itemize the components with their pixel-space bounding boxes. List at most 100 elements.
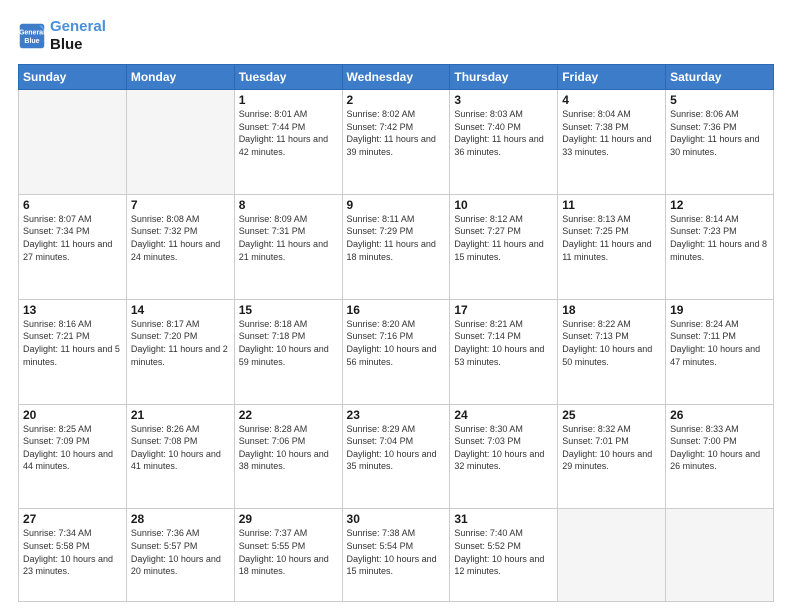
day-number: 17 [454, 303, 553, 317]
day-info: Sunrise: 8:06 AMSunset: 7:36 PMDaylight:… [670, 108, 769, 158]
day-info: Sunrise: 8:07 AMSunset: 7:34 PMDaylight:… [23, 213, 122, 263]
calendar-cell: 9Sunrise: 8:11 AMSunset: 7:29 PMDaylight… [342, 194, 450, 299]
calendar-cell: 14Sunrise: 8:17 AMSunset: 7:20 PMDayligh… [126, 299, 234, 404]
day-number: 4 [562, 93, 661, 107]
day-info: Sunrise: 7:34 AMSunset: 5:58 PMDaylight:… [23, 527, 122, 577]
day-info: Sunrise: 8:25 AMSunset: 7:09 PMDaylight:… [23, 423, 122, 473]
weekday-header-saturday: Saturday [666, 65, 774, 90]
week-row-1: 1Sunrise: 8:01 AMSunset: 7:44 PMDaylight… [19, 90, 774, 195]
calendar-cell: 31Sunrise: 7:40 AMSunset: 5:52 PMDayligh… [450, 509, 558, 602]
day-number: 28 [131, 512, 230, 526]
calendar-cell: 1Sunrise: 8:01 AMSunset: 7:44 PMDaylight… [234, 90, 342, 195]
day-number: 27 [23, 512, 122, 526]
day-number: 15 [239, 303, 338, 317]
day-info: Sunrise: 8:08 AMSunset: 7:32 PMDaylight:… [131, 213, 230, 263]
day-number: 12 [670, 198, 769, 212]
day-info: Sunrise: 8:32 AMSunset: 7:01 PMDaylight:… [562, 423, 661, 473]
logo-icon: General Blue [18, 22, 46, 50]
day-info: Sunrise: 8:30 AMSunset: 7:03 PMDaylight:… [454, 423, 553, 473]
day-info: Sunrise: 8:14 AMSunset: 7:23 PMDaylight:… [670, 213, 769, 263]
day-info: Sunrise: 8:04 AMSunset: 7:38 PMDaylight:… [562, 108, 661, 158]
calendar-cell [666, 509, 774, 602]
calendar-cell: 21Sunrise: 8:26 AMSunset: 7:08 PMDayligh… [126, 404, 234, 509]
calendar-cell: 22Sunrise: 8:28 AMSunset: 7:06 PMDayligh… [234, 404, 342, 509]
header: General Blue General Blue [18, 18, 774, 54]
day-number: 19 [670, 303, 769, 317]
calendar-cell: 5Sunrise: 8:06 AMSunset: 7:36 PMDaylight… [666, 90, 774, 195]
day-info: Sunrise: 8:12 AMSunset: 7:27 PMDaylight:… [454, 213, 553, 263]
calendar-cell [19, 90, 127, 195]
day-info: Sunrise: 8:02 AMSunset: 7:42 PMDaylight:… [347, 108, 446, 158]
day-number: 5 [670, 93, 769, 107]
day-number: 30 [347, 512, 446, 526]
day-info: Sunrise: 8:29 AMSunset: 7:04 PMDaylight:… [347, 423, 446, 473]
svg-text:Blue: Blue [24, 38, 39, 45]
week-row-3: 13Sunrise: 8:16 AMSunset: 7:21 PMDayligh… [19, 299, 774, 404]
day-number: 18 [562, 303, 661, 317]
day-number: 22 [239, 408, 338, 422]
calendar-cell: 30Sunrise: 7:38 AMSunset: 5:54 PMDayligh… [342, 509, 450, 602]
calendar-cell [126, 90, 234, 195]
page: General Blue General Blue SundayMondayTu… [0, 0, 792, 612]
day-number: 21 [131, 408, 230, 422]
day-info: Sunrise: 8:13 AMSunset: 7:25 PMDaylight:… [562, 213, 661, 263]
day-number: 31 [454, 512, 553, 526]
calendar-cell: 3Sunrise: 8:03 AMSunset: 7:40 PMDaylight… [450, 90, 558, 195]
calendar-cell: 11Sunrise: 8:13 AMSunset: 7:25 PMDayligh… [558, 194, 666, 299]
day-info: Sunrise: 8:17 AMSunset: 7:20 PMDaylight:… [131, 318, 230, 368]
calendar-cell: 29Sunrise: 7:37 AMSunset: 5:55 PMDayligh… [234, 509, 342, 602]
calendar-cell: 4Sunrise: 8:04 AMSunset: 7:38 PMDaylight… [558, 90, 666, 195]
day-info: Sunrise: 8:26 AMSunset: 7:08 PMDaylight:… [131, 423, 230, 473]
day-number: 16 [347, 303, 446, 317]
day-info: Sunrise: 8:33 AMSunset: 7:00 PMDaylight:… [670, 423, 769, 473]
day-number: 29 [239, 512, 338, 526]
calendar-cell: 26Sunrise: 8:33 AMSunset: 7:00 PMDayligh… [666, 404, 774, 509]
day-number: 8 [239, 198, 338, 212]
day-info: Sunrise: 8:24 AMSunset: 7:11 PMDaylight:… [670, 318, 769, 368]
calendar-cell: 18Sunrise: 8:22 AMSunset: 7:13 PMDayligh… [558, 299, 666, 404]
logo: General Blue General Blue [18, 18, 106, 54]
calendar-table: SundayMondayTuesdayWednesdayThursdayFrid… [18, 64, 774, 602]
day-info: Sunrise: 8:22 AMSunset: 7:13 PMDaylight:… [562, 318, 661, 368]
calendar-cell: 24Sunrise: 8:30 AMSunset: 7:03 PMDayligh… [450, 404, 558, 509]
day-number: 2 [347, 93, 446, 107]
day-number: 26 [670, 408, 769, 422]
day-info: Sunrise: 8:09 AMSunset: 7:31 PMDaylight:… [239, 213, 338, 263]
day-info: Sunrise: 8:28 AMSunset: 7:06 PMDaylight:… [239, 423, 338, 473]
calendar-cell: 12Sunrise: 8:14 AMSunset: 7:23 PMDayligh… [666, 194, 774, 299]
day-info: Sunrise: 8:03 AMSunset: 7:40 PMDaylight:… [454, 108, 553, 158]
calendar-cell: 27Sunrise: 7:34 AMSunset: 5:58 PMDayligh… [19, 509, 127, 602]
calendar-cell: 6Sunrise: 8:07 AMSunset: 7:34 PMDaylight… [19, 194, 127, 299]
calendar-cell: 23Sunrise: 8:29 AMSunset: 7:04 PMDayligh… [342, 404, 450, 509]
day-number: 6 [23, 198, 122, 212]
day-info: Sunrise: 7:40 AMSunset: 5:52 PMDaylight:… [454, 527, 553, 577]
week-row-5: 27Sunrise: 7:34 AMSunset: 5:58 PMDayligh… [19, 509, 774, 602]
weekday-header-sunday: Sunday [19, 65, 127, 90]
calendar-cell: 28Sunrise: 7:36 AMSunset: 5:57 PMDayligh… [126, 509, 234, 602]
day-info: Sunrise: 7:38 AMSunset: 5:54 PMDaylight:… [347, 527, 446, 577]
weekday-header-friday: Friday [558, 65, 666, 90]
day-info: Sunrise: 8:11 AMSunset: 7:29 PMDaylight:… [347, 213, 446, 263]
weekday-header-tuesday: Tuesday [234, 65, 342, 90]
weekday-header-row: SundayMondayTuesdayWednesdayThursdayFrid… [19, 65, 774, 90]
day-number: 1 [239, 93, 338, 107]
calendar-cell: 16Sunrise: 8:20 AMSunset: 7:16 PMDayligh… [342, 299, 450, 404]
day-number: 3 [454, 93, 553, 107]
day-info: Sunrise: 8:18 AMSunset: 7:18 PMDaylight:… [239, 318, 338, 368]
calendar-cell [558, 509, 666, 602]
calendar-cell: 8Sunrise: 8:09 AMSunset: 7:31 PMDaylight… [234, 194, 342, 299]
day-number: 11 [562, 198, 661, 212]
calendar-cell: 17Sunrise: 8:21 AMSunset: 7:14 PMDayligh… [450, 299, 558, 404]
day-number: 10 [454, 198, 553, 212]
weekday-header-thursday: Thursday [450, 65, 558, 90]
calendar-cell: 15Sunrise: 8:18 AMSunset: 7:18 PMDayligh… [234, 299, 342, 404]
day-info: Sunrise: 8:20 AMSunset: 7:16 PMDaylight:… [347, 318, 446, 368]
svg-text:General: General [19, 29, 45, 36]
weekday-header-wednesday: Wednesday [342, 65, 450, 90]
day-info: Sunrise: 8:21 AMSunset: 7:14 PMDaylight:… [454, 318, 553, 368]
calendar-cell: 2Sunrise: 8:02 AMSunset: 7:42 PMDaylight… [342, 90, 450, 195]
logo-text: General Blue [50, 18, 106, 54]
week-row-4: 20Sunrise: 8:25 AMSunset: 7:09 PMDayligh… [19, 404, 774, 509]
calendar-cell: 25Sunrise: 8:32 AMSunset: 7:01 PMDayligh… [558, 404, 666, 509]
calendar-cell: 19Sunrise: 8:24 AMSunset: 7:11 PMDayligh… [666, 299, 774, 404]
